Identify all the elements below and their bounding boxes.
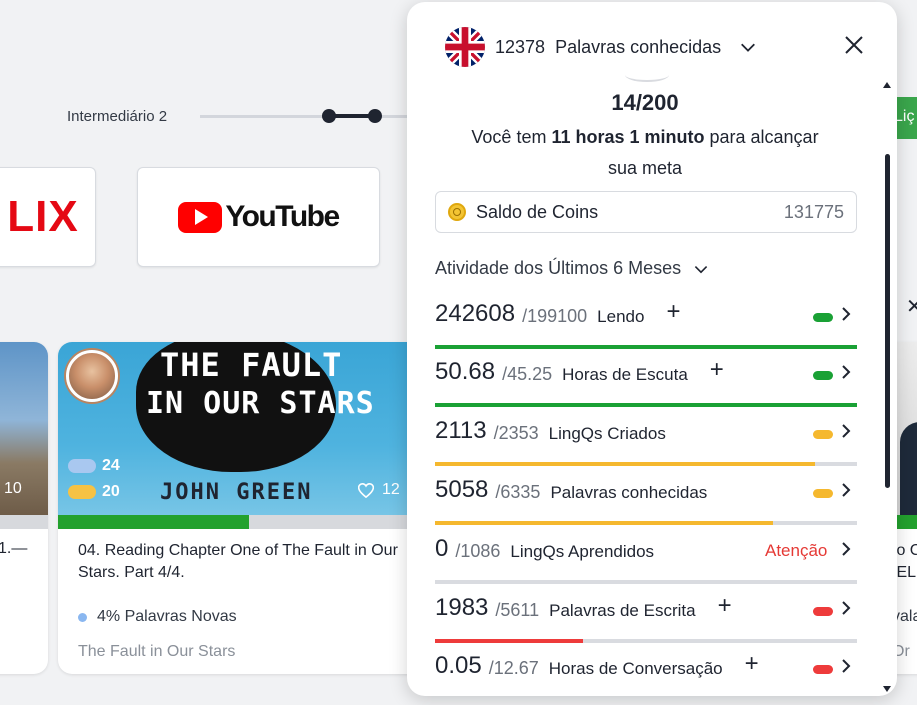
likes[interactable]: 12	[358, 481, 400, 499]
lesson-card-prev[interactable]: 10 1.—	[0, 342, 48, 674]
activity-period-dropdown[interactable]: Atividade dos Últimos 6 Meses	[435, 258, 709, 279]
stat-value: 50.68	[435, 358, 496, 385]
netflix-logo: LIX	[7, 192, 79, 241]
stat-value: 0	[435, 535, 449, 562]
coins-label: Saldo de Coins	[476, 201, 599, 222]
stat-progress-fill	[435, 345, 857, 349]
level-label: Intermediário 2	[67, 108, 168, 125]
coins-value: 131775	[783, 201, 844, 222]
stat-value: 2113	[435, 417, 487, 444]
heart-icon	[358, 482, 374, 498]
stat-row[interactable]: 2113/2353 LingQs Criados	[435, 417, 857, 475]
stat-value: 242608	[435, 300, 516, 327]
known-words-label: Palavras conhecidas	[555, 36, 722, 57]
chevron-right-icon[interactable]	[839, 657, 853, 675]
stat-progress-track	[435, 580, 857, 584]
add-stat-button[interactable]: +	[710, 358, 724, 382]
known-words-count: 12378	[495, 36, 546, 57]
chevron-down-icon	[694, 265, 708, 273]
stat-goal: /2353	[493, 423, 539, 443]
stat-name: Palavras de Escrita	[549, 601, 696, 620]
stat-value: 1983	[435, 594, 489, 621]
stats-popup: 12378 Palavras conhecidas 14/200 Você te…	[407, 2, 897, 696]
stat-name: Horas de Escuta	[562, 365, 688, 384]
stat-goal: /1086	[455, 541, 501, 561]
stat-row[interactable]: 0/1086 LingQs Aprendidos Atenção	[435, 535, 857, 593]
level-slider-track[interactable]	[200, 115, 420, 118]
youtube-play-icon	[178, 201, 223, 233]
chevron-right-icon[interactable]	[839, 599, 853, 617]
chevron-right-icon[interactable]	[839, 305, 853, 323]
status-indicator	[813, 430, 833, 439]
level-slider-handle-min[interactable]	[322, 109, 336, 123]
close-icon[interactable]	[843, 34, 865, 56]
stat-row[interactable]: 50.68/45.25 Horas de Escuta +	[435, 358, 857, 416]
stat-goal: /6335	[495, 482, 541, 502]
new-words-dot-icon	[78, 612, 87, 622]
stat-name: Horas de Conversação	[548, 659, 723, 678]
chevron-down-icon[interactable]	[739, 38, 757, 56]
stat-name: LingQs Criados	[548, 424, 666, 443]
coins-balance[interactable]: Saldo de Coins 131775	[435, 191, 857, 233]
blue-pill-icon	[68, 459, 96, 473]
goal-progress-arc	[625, 68, 669, 82]
status-indicator	[813, 665, 833, 674]
stat-progress-fill	[435, 403, 857, 407]
scrollbar-thumb[interactable]	[885, 154, 890, 488]
stat-row[interactable]: 0.05/12.67 Horas de Conversação +	[435, 652, 857, 696]
avatar[interactable]	[66, 350, 118, 402]
add-stat-button[interactable]: +	[718, 594, 732, 618]
add-stat-button[interactable]: +	[666, 300, 680, 324]
stat-progress-fill	[435, 639, 583, 643]
stat-value: 0.05	[435, 652, 482, 679]
netflix-provider-card[interactable]: LIX	[0, 167, 96, 267]
chevron-right-icon[interactable]	[839, 481, 853, 499]
status-indicator	[813, 607, 833, 616]
stat-goal: /199100	[522, 306, 588, 326]
uk-flag-icon	[445, 27, 485, 67]
stat-value: 5058	[435, 476, 489, 503]
stat-name: Palavras conhecidas	[550, 483, 708, 502]
stat-progress-fill	[435, 521, 773, 525]
stat-row[interactable]: 242608/199100 Lendo +	[435, 300, 857, 358]
known-stat: 20	[68, 483, 120, 501]
course-name[interactable]: The Fault in Our Stars	[78, 643, 235, 661]
chevron-right-icon[interactable]	[839, 363, 853, 381]
stat-name: Lendo	[597, 307, 645, 326]
chevron-right-icon[interactable]	[839, 422, 853, 440]
status-indicator	[813, 489, 833, 498]
stat-goal: /12.67	[488, 658, 539, 678]
stat-goal: /45.25	[502, 364, 553, 384]
lesson-card[interactable]: THE FAULT IN OUR STARS JOHN GREEN 24 20 …	[58, 342, 428, 674]
likes-count: 10	[4, 480, 22, 497]
goal-time: 11 horas 1 minuto	[551, 127, 705, 147]
scroll-up-arrow[interactable]	[883, 82, 891, 88]
yellow-pill-icon	[68, 485, 96, 499]
daily-goal-fraction: 14/200	[611, 90, 679, 115]
goal-message: Você tem 11 horas 1 minuto para alcançar…	[471, 127, 819, 178]
stat-progress-fill	[435, 462, 815, 466]
stat-row[interactable]: 1983/5611 Palavras de Escrita +	[435, 594, 857, 652]
stat-row[interactable]: 5058/6335 Palavras conhecidas	[435, 476, 857, 534]
chevron-right-icon[interactable]	[839, 540, 853, 558]
status-indicator	[813, 371, 833, 380]
add-stat-button[interactable]: +	[745, 652, 759, 676]
status-indicator	[813, 313, 833, 322]
language-header[interactable]: 12378 Palavras conhecidas	[445, 27, 757, 67]
lesson-progress-fill	[58, 515, 249, 529]
scroll-down-arrow[interactable]	[883, 686, 891, 692]
carousel-next-icon[interactable]: ✕	[906, 294, 917, 319]
lesson-progress-bar	[0, 515, 48, 529]
level-slider-handle-max[interactable]	[368, 109, 382, 123]
youtube-provider-card[interactable]: YouTube	[137, 167, 380, 267]
coin-icon	[448, 203, 466, 221]
youtube-logo: YouTube	[225, 200, 340, 233]
new-words-percent: 4% Palavras Novas	[78, 608, 237, 626]
lesson-title: 1.—	[0, 540, 28, 557]
stat-goal: /5611	[495, 600, 540, 620]
stat-name: LingQs Aprendidos	[510, 542, 655, 561]
lingqs-stat: 24	[68, 457, 120, 475]
lesson-title[interactable]: 04. Reading Chapter One of The Fault in …	[78, 540, 418, 584]
attention-label: Atenção	[765, 541, 828, 560]
